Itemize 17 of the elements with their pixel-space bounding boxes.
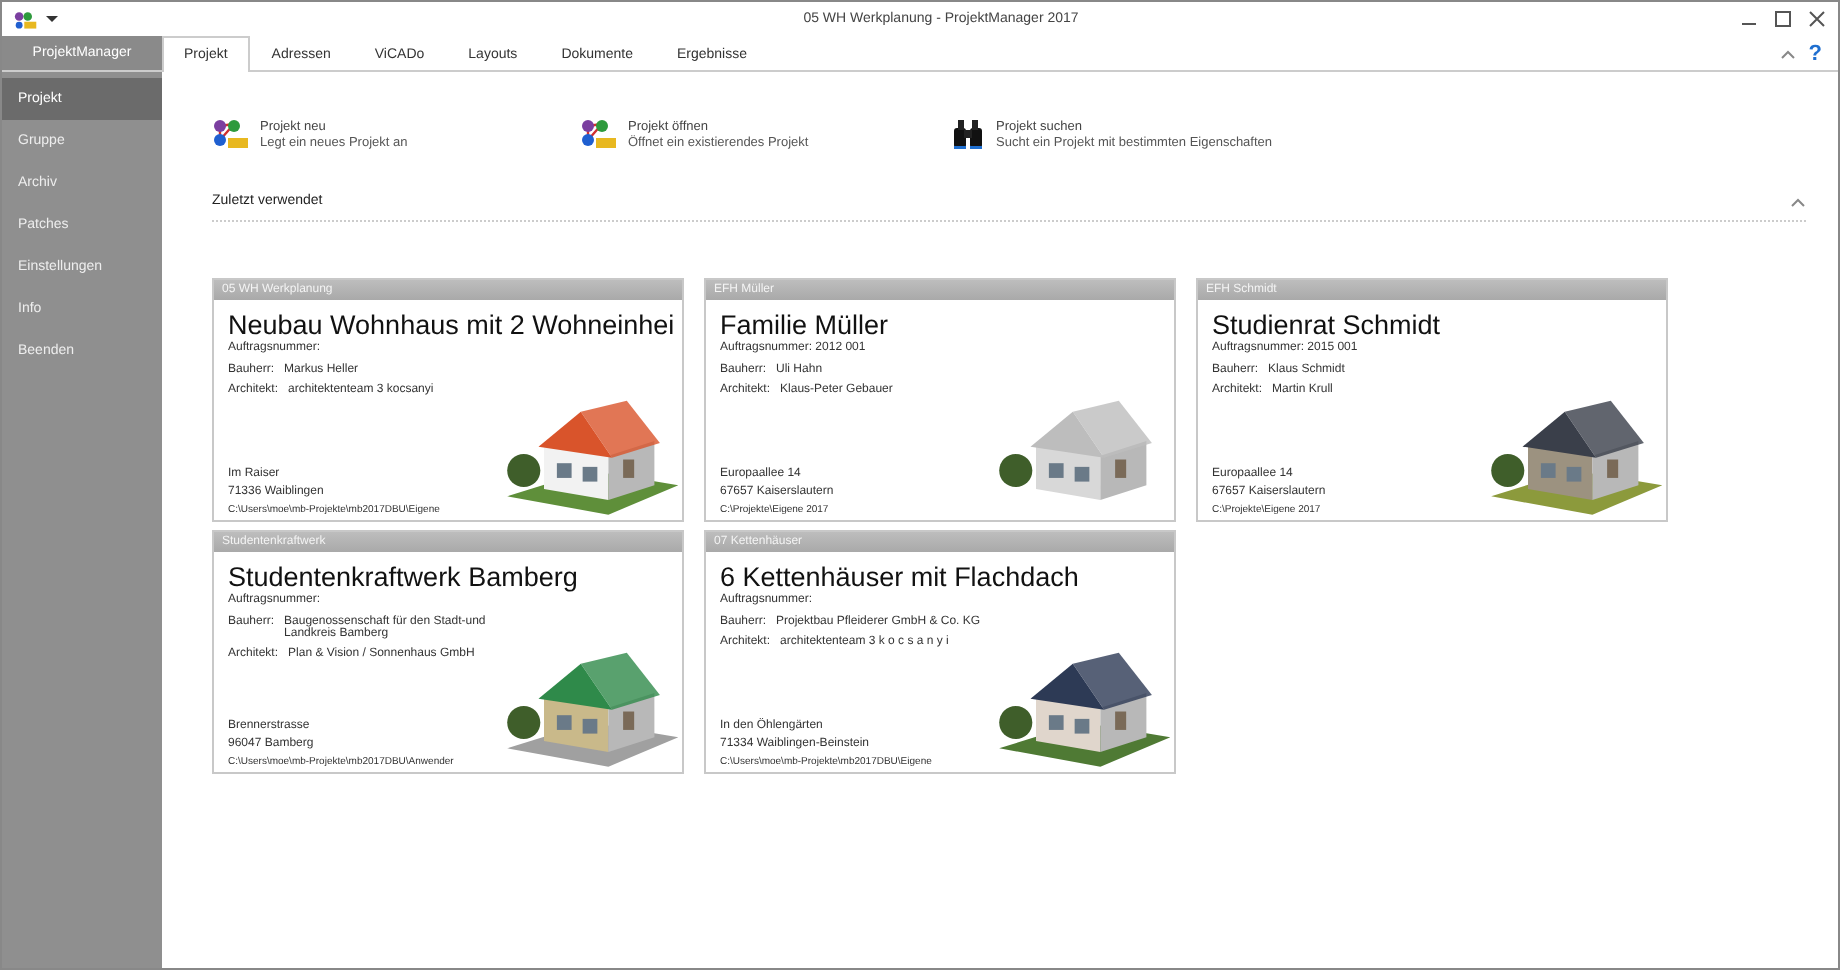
project-icon[interactable] [580,118,616,150]
dropdown-icon[interactable] [46,14,58,24]
project-title: 6 Kettenhäuser mit Flachdach [720,560,1079,593]
close-icon[interactable] [1808,10,1826,28]
binoculars-icon[interactable] [952,118,984,150]
project-card[interactable] [212,530,684,774]
collapse-icon[interactable] [1790,195,1806,207]
collapse-icon[interactable] [1780,47,1797,59]
project-card[interactable] [704,530,1176,774]
project-title: Familie Müller [720,308,889,341]
app-icon[interactable] [14,9,38,29]
project-title: Neubau Wohnhaus mit 2 Wohneinhei [228,308,675,341]
project-title: Studentenkraftwerk Bamberg [228,560,578,593]
help-icon[interactable]: ? [1808,41,1822,65]
maximize-icon[interactable] [1774,10,1792,28]
project-title: Studienrat Schmidt [1212,308,1441,341]
project-icon[interactable] [212,118,248,150]
